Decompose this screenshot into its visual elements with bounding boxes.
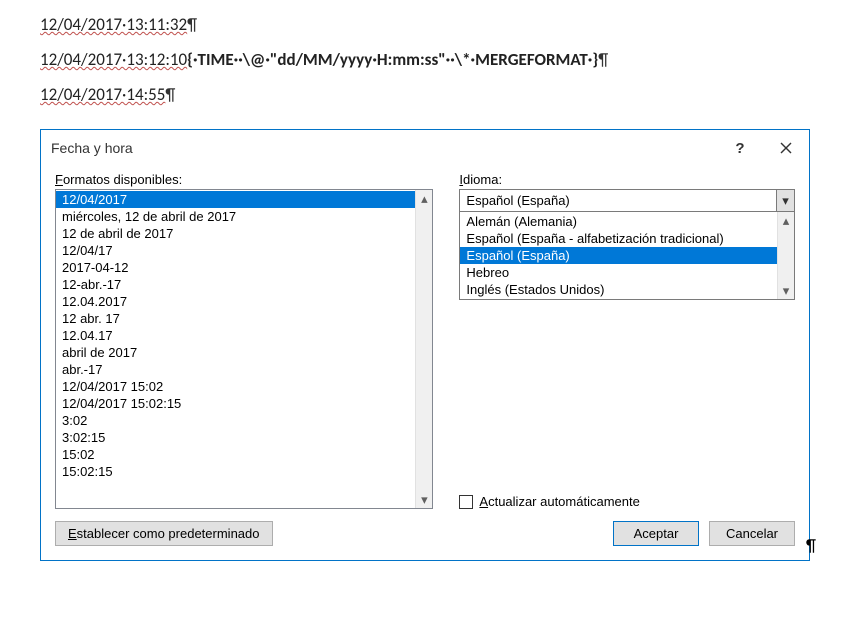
auto-update-checkbox-row[interactable]: Actualizar automáticamente xyxy=(459,314,795,509)
formats-list-item[interactable]: abr.-17 xyxy=(56,361,415,378)
chevron-down-icon: ▾ xyxy=(782,193,789,209)
language-list-item[interactable]: Hebreo xyxy=(460,264,777,281)
scroll-track[interactable] xyxy=(778,229,794,282)
scroll-up-icon[interactable]: ▴ xyxy=(416,190,432,207)
pilcrow-icon: ¶ xyxy=(806,535,826,556)
auto-update-label: Actualizar automáticamente xyxy=(479,494,639,509)
language-list-item[interactable]: Español (España - alfabetización tradici… xyxy=(460,230,777,247)
formats-list-item[interactable]: 3:02 xyxy=(56,412,415,429)
ok-button[interactable]: Aceptar xyxy=(613,521,699,546)
formats-scrollbar[interactable]: ▴ ▾ xyxy=(415,190,432,508)
scroll-track[interactable] xyxy=(416,207,432,491)
dialog-body: Formatos disponibles: 12/04/2017miércole… xyxy=(41,166,809,560)
language-combo[interactable]: Español (España) ▾ xyxy=(459,189,795,212)
help-button[interactable]: ? xyxy=(717,133,763,163)
pilcrow-icon: ¶ xyxy=(598,49,608,70)
language-list-item[interactable]: Inglés (Estados Unidos) xyxy=(460,281,777,298)
scroll-down-icon[interactable]: ▾ xyxy=(778,282,794,299)
combo-dropdown-button[interactable]: ▾ xyxy=(776,190,794,211)
formats-listbox[interactable]: 12/04/2017miércoles, 12 de abril de 2017… xyxy=(55,189,433,509)
formats-list-inner: 12/04/2017miércoles, 12 de abril de 2017… xyxy=(56,190,415,508)
language-list-item[interactable]: Alemán (Alemania) xyxy=(460,213,777,230)
language-list-item[interactable]: Español (España) xyxy=(460,247,777,264)
auto-update-checkbox[interactable] xyxy=(459,495,473,509)
date-time-dialog: Fecha y hora ? Formatos disponibles: 12/… xyxy=(40,129,810,561)
formats-list-item[interactable]: 2017-04-12 xyxy=(56,259,415,276)
close-icon xyxy=(780,142,792,154)
doc-line-2-date: 12/04/2017·13:12:10 xyxy=(40,49,187,70)
pilcrow-icon: ¶ xyxy=(187,14,197,35)
language-dropdown-list[interactable]: Alemán (Alemania)Español (España - alfab… xyxy=(459,212,795,300)
formats-list-item[interactable]: 12 de abril de 2017 xyxy=(56,225,415,242)
formats-list-item[interactable]: 12-abr.-17 xyxy=(56,276,415,293)
doc-line-3-text: 12/04/2017·14:55 xyxy=(40,84,165,105)
formats-label: Formatos disponibles: xyxy=(55,172,433,187)
pilcrow-icon: ¶ xyxy=(165,84,175,105)
language-label: Idioma: xyxy=(459,172,795,187)
formats-list-item[interactable]: abril de 2017 xyxy=(56,344,415,361)
formats-list-item[interactable]: 15:02 xyxy=(56,446,415,463)
language-selected-value: Español (España) xyxy=(460,193,776,208)
formats-list-item[interactable]: 12/04/2017 xyxy=(56,191,415,208)
dialog-title: Fecha y hora xyxy=(51,140,717,156)
formats-list-item[interactable]: 12.04.17 xyxy=(56,327,415,344)
language-scrollbar[interactable]: ▴ ▾ xyxy=(777,212,794,299)
cancel-button[interactable]: Cancelar xyxy=(709,521,795,546)
doc-line-2: 12/04/2017·13:12:10{·TIME··\@·"dd/MM/yyy… xyxy=(40,49,856,70)
formats-list-item[interactable]: 12.04.2017 xyxy=(56,293,415,310)
language-list-inner: Alemán (Alemania)Español (España - alfab… xyxy=(460,212,777,299)
doc-line-1-text: 12/04/2017·13:11:32 xyxy=(40,14,187,35)
formats-list-item[interactable]: 3:02:15 xyxy=(56,429,415,446)
field-code-text: {·TIME··\@·"dd/MM/yyyy·H:mm:ss"··\*·MERG… xyxy=(187,49,598,70)
formats-list-item[interactable]: 12/04/2017 15:02:15 xyxy=(56,395,415,412)
doc-line-3: 12/04/2017·14:55¶ xyxy=(40,84,856,105)
document-body: 12/04/2017·13:11:32¶ 12/04/2017·13:12:10… xyxy=(0,0,856,129)
formats-list-item[interactable]: miércoles, 12 de abril de 2017 xyxy=(56,208,415,225)
close-button[interactable] xyxy=(763,133,809,163)
formats-list-item[interactable]: 12 abr. 17 xyxy=(56,310,415,327)
dialog-footer: Establecer como predeterminado Aceptar C… xyxy=(55,521,795,546)
scroll-down-icon[interactable]: ▾ xyxy=(416,491,432,508)
doc-line-1: 12/04/2017·13:11:32¶ xyxy=(40,14,856,35)
formats-list-item[interactable]: 15:02:15 xyxy=(56,463,415,480)
scroll-up-icon[interactable]: ▴ xyxy=(778,212,794,229)
formats-list-item[interactable]: 12/04/2017 15:02 xyxy=(56,378,415,395)
set-default-button[interactable]: Establecer como predeterminado xyxy=(55,521,273,546)
formats-list-item[interactable]: 12/04/17 xyxy=(56,242,415,259)
dialog-titlebar: Fecha y hora ? xyxy=(41,130,809,166)
